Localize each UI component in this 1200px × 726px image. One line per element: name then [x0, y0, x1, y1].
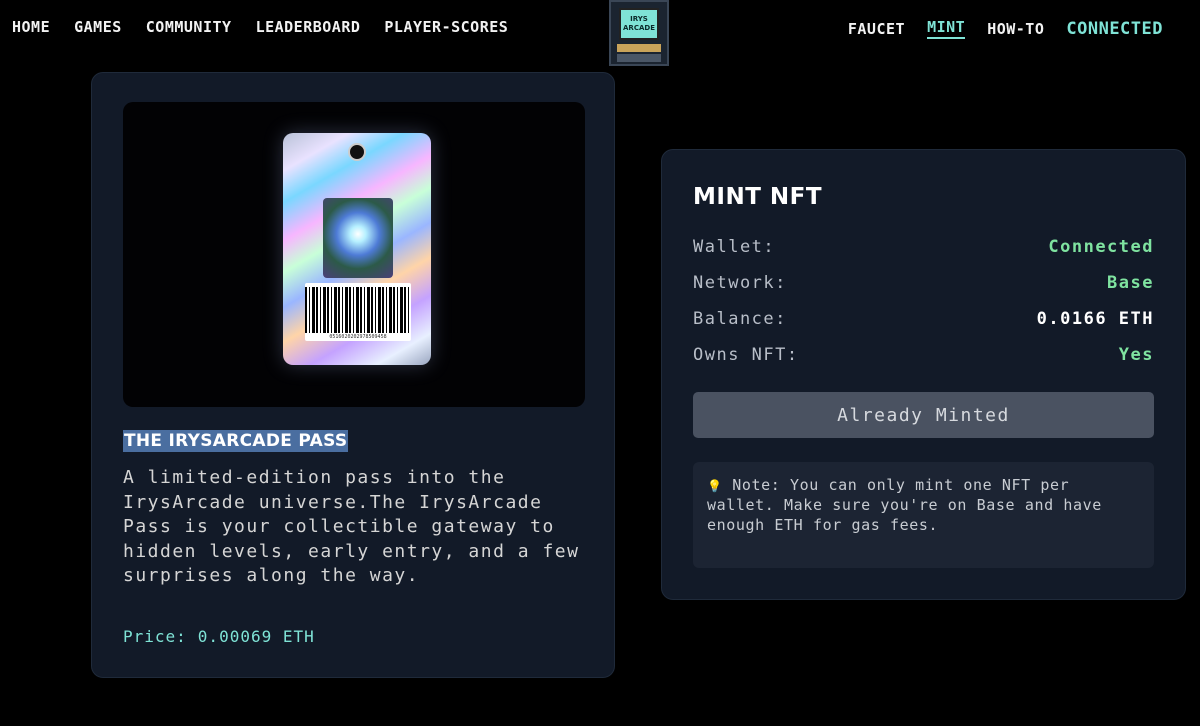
nav-games[interactable]: GAMES [74, 18, 122, 36]
balance-row: Balance: 0.0166 ETH [693, 309, 1154, 329]
top-nav: HOME GAMES COMMUNITY LEADERBOARD PLAYER-… [0, 0, 1200, 66]
wallet-label: Wallet: [693, 237, 776, 257]
note-text: Note: You can only mint one NFT per wall… [707, 476, 1102, 534]
pass-image-frame: 0516020202978509458 [123, 102, 585, 407]
already-minted-button[interactable]: Already Minted [693, 392, 1154, 438]
holographic-pass-image: 0516020202978509458 [283, 133, 431, 365]
pass-description: A limited-edition pass into the IrysArca… [123, 467, 580, 587]
mint-title: MINT NFT [693, 184, 823, 210]
wallet-status: Connected [1048, 237, 1154, 257]
logo-screen: IRYS ARCADE [619, 8, 659, 40]
pass-card: 0516020202978509458 THE IRYSARCADE PASS … [91, 72, 615, 678]
balance-label: Balance: [693, 309, 787, 329]
balance-value: 0.0166 ETH [1036, 309, 1154, 329]
pass-lanyard-hole [348, 143, 366, 161]
logo-cabinet-base [617, 54, 661, 62]
lightbulb-icon: 💡 [707, 479, 723, 493]
nav-right-group: FAUCET MINT HOW-TO CONNECTED [848, 18, 1163, 39]
nav-player-scores[interactable]: PLAYER-SCORES [384, 18, 508, 36]
wallet-row: Wallet: Connected [693, 237, 1154, 257]
pass-title: THE IRYSARCADE PASS [123, 430, 349, 452]
pass-price: Price: 0.00069 ETH [123, 627, 315, 646]
owns-nft-label: Owns NFT: [693, 345, 799, 365]
nav-how-to[interactable]: HOW-TO [987, 20, 1044, 38]
nav-faucet[interactable]: FAUCET [848, 20, 905, 38]
nav-left-group: HOME GAMES COMMUNITY LEADERBOARD PLAYER-… [12, 18, 508, 36]
barcode-number: 0516020202978509458 [329, 334, 387, 340]
price-label: Price: [123, 627, 187, 646]
mint-card: MINT NFT Wallet: Connected Network: Base… [661, 149, 1186, 600]
owns-nft-value: Yes [1118, 345, 1154, 365]
logo-text-line1: IRYS [630, 15, 648, 23]
price-value: 0.00069 ETH [197, 627, 315, 646]
network-label: Network: [693, 273, 787, 293]
pass-barcode: 0516020202978509458 [305, 283, 411, 341]
network-row: Network: Base [693, 273, 1154, 293]
nav-leaderboard[interactable]: LEADERBOARD [256, 18, 361, 36]
logo-control-panel [617, 44, 661, 52]
network-value: Base [1107, 273, 1154, 293]
nav-home[interactable]: HOME [12, 18, 50, 36]
nav-community[interactable]: COMMUNITY [146, 18, 232, 36]
arcade-logo[interactable]: IRYS ARCADE [609, 0, 669, 66]
pass-artwork [323, 198, 393, 278]
logo-text-line2: ARCADE [623, 24, 655, 32]
wallet-connected-button[interactable]: CONNECTED [1066, 19, 1163, 39]
owns-nft-row: Owns NFT: Yes [693, 345, 1154, 365]
nav-mint[interactable]: MINT [927, 18, 966, 39]
mint-note: 💡 Note: You can only mint one NFT per wa… [693, 462, 1154, 568]
